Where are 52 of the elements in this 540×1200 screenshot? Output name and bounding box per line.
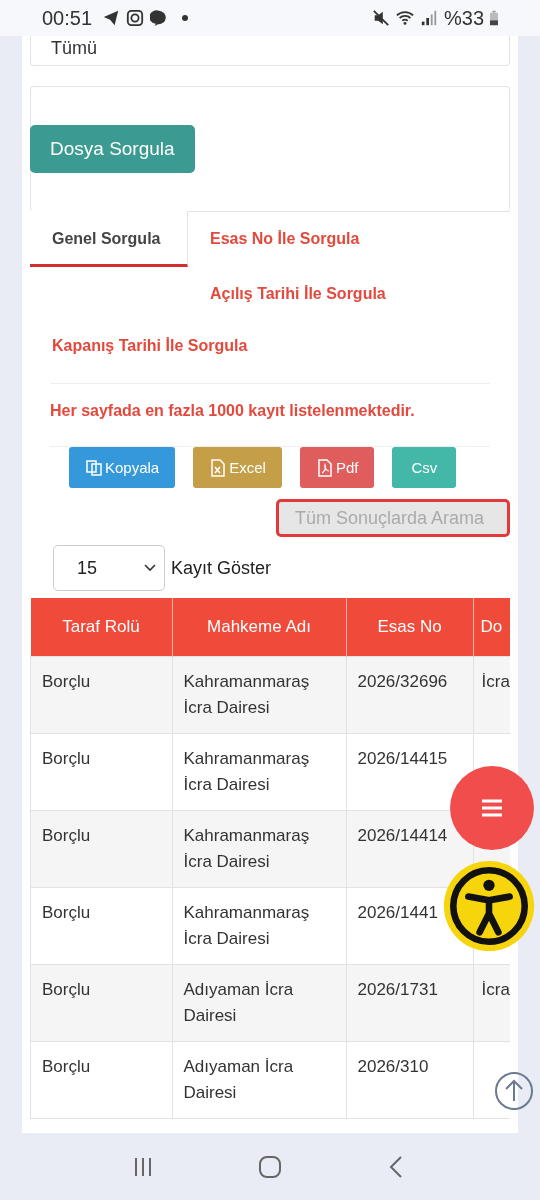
wifi-icon [395, 9, 414, 27]
paper-plane-icon [102, 9, 121, 27]
table-cell: 2026/32696 [346, 656, 473, 734]
table-cell: Kahramanmaraş İcra Dairesi [172, 810, 346, 888]
query-button[interactable]: Dosya Sorgula [30, 125, 195, 173]
column-header[interactable]: Taraf Rolü [30, 598, 172, 657]
notice-text: Her sayfada en fazla 1000 kayıt listelenmektedir. [49, 401, 416, 421]
status-time: 00:51 [42, 6, 93, 30]
table-cell: Adıyaman İcra Dairesi [172, 1041, 346, 1119]
table-cell: 2026/310 [346, 1041, 473, 1119]
home-icon[interactable] [258, 1154, 282, 1179]
tab[interactable]: Açılış Tarihi İle Sorgula [188, 267, 510, 319]
battery-icon [490, 10, 498, 26]
table-cell: Borçlu [30, 810, 172, 888]
table-cell: Adıyaman İcra Dairesi [172, 964, 346, 1042]
accessibility-icon[interactable] [442, 859, 536, 953]
table-cell: İcra [481, 980, 510, 999]
tab[interactable]: Genel Sorgula [30, 211, 188, 267]
page-size-select[interactable]: 15 [53, 545, 165, 591]
tab[interactable]: Esas No İle Sorgula [188, 212, 510, 267]
table-cell: Borçlu [30, 964, 172, 1042]
column-header[interactable]: Mahkeme Adı [172, 598, 346, 657]
export-button[interactable]: Csv [392, 447, 457, 488]
export-button[interactable]: Pdf [299, 447, 375, 488]
page-size-label: Kayıt Göster [171, 557, 272, 579]
table-cell: Borçlu [30, 887, 172, 965]
signal-icon [419, 9, 438, 27]
tab[interactable]: Kapanış Tarihi İle Sorgula [30, 319, 510, 371]
table-cell: İcra [481, 672, 510, 691]
chat-bubble-icon [150, 9, 169, 27]
battery-percent: %33 [443, 6, 484, 30]
table-cell: Borçlu [30, 733, 172, 811]
mute-icon [371, 9, 390, 27]
export-button[interactable]: Kopyala [69, 447, 176, 488]
table-cell: Borçlu [30, 656, 172, 734]
pdf-file-icon [315, 458, 334, 477]
search-field[interactable]: Tüm Sonuçlarda Arama [276, 499, 510, 537]
menu-icon [480, 798, 504, 818]
table-cell: 2026/1731 [346, 964, 473, 1042]
table-cell: Kahramanmaraş İcra Dairesi [172, 887, 346, 965]
dot-icon [182, 15, 189, 21]
table-cell: Kahramanmaraş İcra Dairesi [172, 656, 346, 734]
table-cell: Kahramanmaraş İcra Dairesi [172, 733, 346, 811]
export-button[interactable]: Excel [193, 447, 282, 488]
chevron-down-icon [144, 564, 156, 572]
copy-icon [85, 458, 103, 477]
column-header[interactable]: Do [473, 598, 510, 657]
scroll-up-icon[interactable] [494, 1071, 534, 1111]
camera-icon [126, 9, 145, 27]
spreadsheet-file-icon [209, 458, 228, 477]
column-header[interactable]: Esas No [346, 598, 473, 657]
table-cell: Borçlu [30, 1041, 172, 1119]
